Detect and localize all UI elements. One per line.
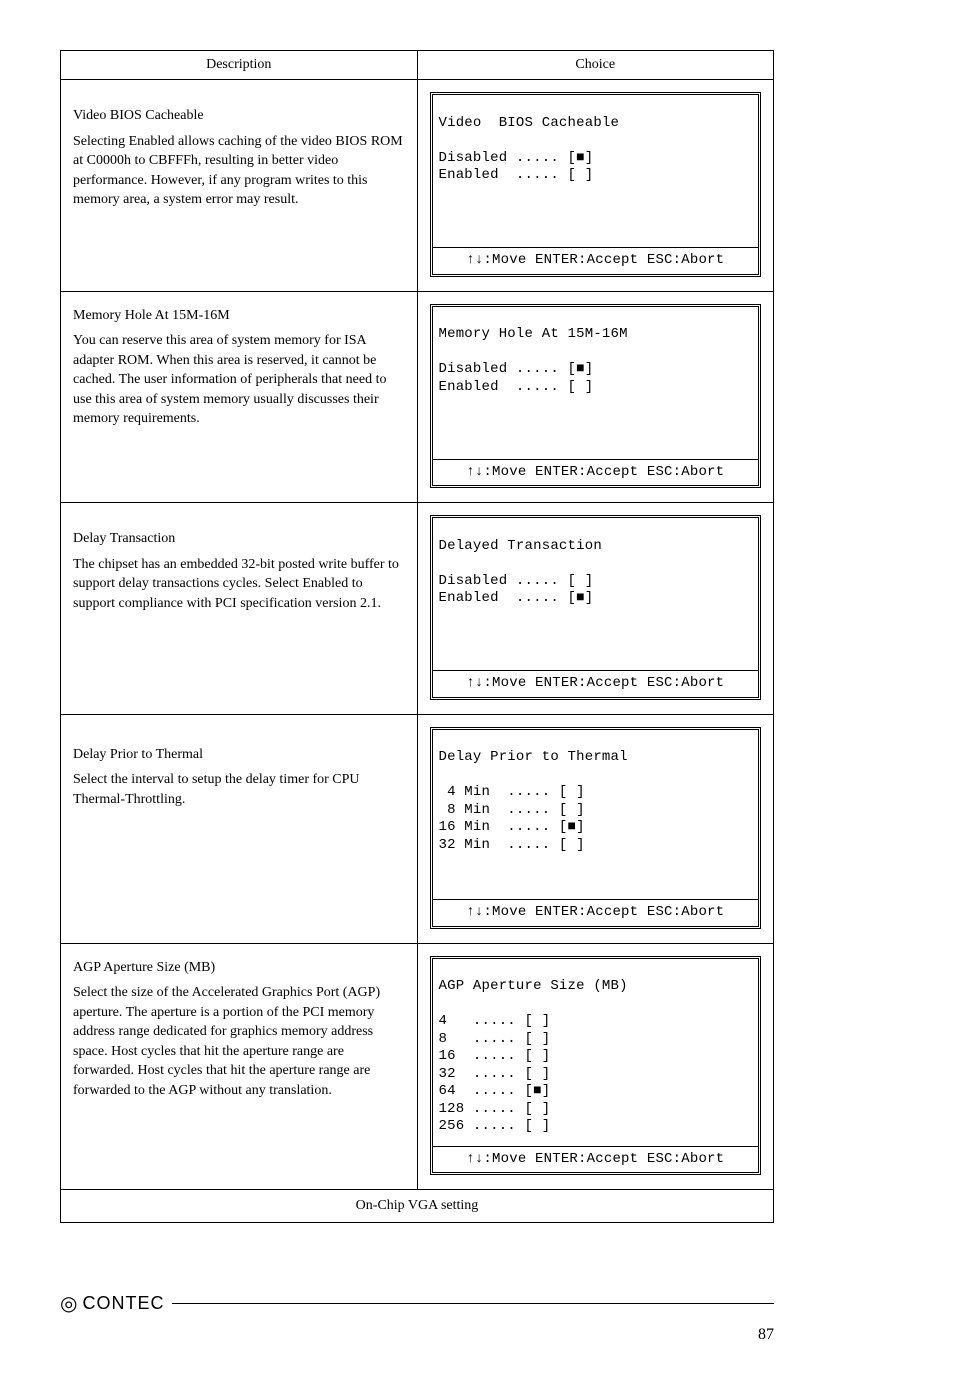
bios-option-box: Memory Hole At 15M-16M Disabled ..... [■…	[430, 304, 762, 489]
setting-title: Delay Prior to Thermal	[73, 745, 405, 765]
bios-box-footer: ↑↓:Move ENTER:Accept ESC:Abort	[433, 247, 759, 274]
page-footer: ◎ CONTEC	[60, 1293, 774, 1314]
table-row: Delay Transaction The chipset has an emb…	[61, 503, 774, 715]
bios-box-title: Delay Prior to Thermal	[439, 749, 628, 765]
contec-logo: ◎ CONTEC	[60, 1293, 164, 1314]
bios-box-options: 4 Min ..... [ ] 8 Min ..... [ ] 16 Min .…	[439, 784, 585, 853]
bios-box-options: Disabled ..... [■] Enabled ..... [ ]	[439, 150, 594, 184]
bios-box-footer: ↑↓:Move ENTER:Accept ESC:Abort	[433, 670, 759, 697]
bios-box-options: Disabled ..... [■] Enabled ..... [ ]	[439, 361, 594, 395]
onchip-vga-heading: On-Chip VGA setting	[61, 1190, 774, 1223]
contec-mark-icon: ◎	[60, 1294, 78, 1314]
bios-box-title: Video BIOS Cacheable	[439, 115, 620, 131]
col-header-description: Description	[61, 51, 418, 80]
setting-body: You can reserve this area of system memo…	[73, 331, 405, 429]
bios-box-title: AGP Aperture Size (MB)	[439, 978, 628, 994]
bios-option-box: AGP Aperture Size (MB) 4 ..... [ ] 8 ...…	[430, 956, 762, 1176]
bios-box-title: Memory Hole At 15M-16M	[439, 326, 628, 342]
setting-title: AGP Aperture Size (MB)	[73, 958, 405, 978]
setting-body: The chipset has an embedded 32-bit poste…	[73, 555, 405, 614]
bios-box-options: Disabled ..... [ ] Enabled ..... [■]	[439, 573, 594, 607]
setting-body: Selecting Enabled allows caching of the …	[73, 132, 405, 210]
bios-option-box: Delayed Transaction Disabled ..... [ ] E…	[430, 515, 762, 700]
brand-name: CONTEC	[82, 1293, 164, 1314]
setting-title: Delay Transaction	[73, 529, 405, 549]
bios-option-box: Delay Prior to Thermal 4 Min ..... [ ] 8…	[430, 727, 762, 929]
table-row: AGP Aperture Size (MB) Select the size o…	[61, 943, 774, 1190]
bios-settings-table: Description Choice Video BIOS Cacheable …	[60, 50, 774, 1223]
bios-box-options: 4 ..... [ ] 8 ..... [ ] 16 ..... [ ] 32 …	[439, 1013, 551, 1134]
bios-option-box: Video BIOS Cacheable Disabled ..... [■] …	[430, 92, 762, 277]
footer-divider	[172, 1303, 774, 1304]
setting-title: Video BIOS Cacheable	[73, 106, 405, 126]
table-row: Memory Hole At 15M-16M You can reserve t…	[61, 291, 774, 503]
bios-box-footer: ↑↓:Move ENTER:Accept ESC:Abort	[433, 1146, 759, 1173]
table-row: On-Chip VGA setting	[61, 1190, 774, 1223]
table-row: Video BIOS Cacheable Selecting Enabled a…	[61, 80, 774, 292]
table-row: Delay Prior to Thermal Select the interv…	[61, 714, 774, 943]
page-number: 87	[60, 1326, 774, 1344]
bios-box-title: Delayed Transaction	[439, 538, 602, 554]
setting-body: Select the interval to setup the delay t…	[73, 770, 405, 809]
setting-body: Select the size of the Accelerated Graph…	[73, 983, 405, 1101]
bios-box-footer: ↑↓:Move ENTER:Accept ESC:Abort	[433, 899, 759, 926]
setting-title: Memory Hole At 15M-16M	[73, 306, 405, 326]
col-header-choice: Choice	[417, 51, 774, 80]
bios-box-footer: ↑↓:Move ENTER:Accept ESC:Abort	[433, 459, 759, 486]
